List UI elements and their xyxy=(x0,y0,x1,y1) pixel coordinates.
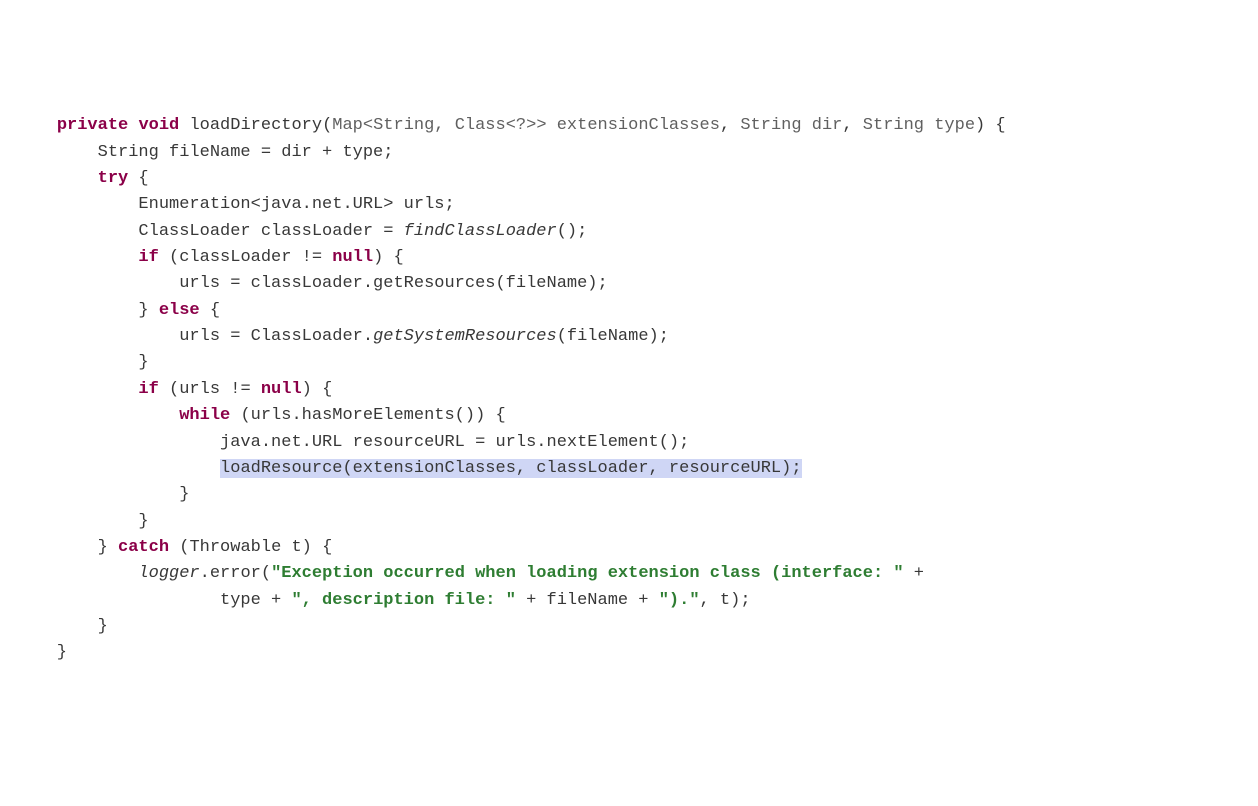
keyword-null-2: null xyxy=(261,380,302,399)
line-6-indent xyxy=(16,248,138,267)
line-12-tail: (urls.hasMoreElements()) { xyxy=(230,406,505,425)
keyword-try: try xyxy=(98,169,129,188)
line-17: } catch (Throwable t) { xyxy=(16,538,332,557)
keyword-null: null xyxy=(332,248,373,267)
code-editor[interactable]: private void loadDirectory(Map<String, C… xyxy=(16,113,1242,666)
line-11: if (urls != null) { xyxy=(16,380,332,399)
line-3-tail: { xyxy=(128,169,148,188)
line-1-tail: ) { xyxy=(975,116,1006,135)
line-18: logger.error("Exception occurred when lo… xyxy=(16,564,924,583)
line-19-indent: type + xyxy=(16,591,291,610)
line-9b: (fileName); xyxy=(557,327,669,346)
keyword-catch: catch xyxy=(118,538,169,557)
line-9: urls = ClassLoader.getSystemResources(fi… xyxy=(16,327,669,346)
line-18-dot: .error( xyxy=(200,564,271,583)
line-8-indent: } xyxy=(16,301,159,320)
line-10: } xyxy=(16,353,149,372)
line-14: loadResource(extensionClasses, classLoad… xyxy=(16,459,802,478)
line-7: urls = classLoader.getResources(fileName… xyxy=(16,274,608,293)
line-13: java.net.URL resourceURL = urls.nextElem… xyxy=(16,433,689,452)
line-15: } xyxy=(16,485,189,504)
param-3: String type xyxy=(863,116,975,135)
line-6-tail: ) { xyxy=(373,248,404,267)
line-6-cond: (classLoader != xyxy=(159,248,332,267)
line-5b: (); xyxy=(557,222,588,241)
line-6: if (classLoader != null) { xyxy=(16,248,404,267)
line-18-indent xyxy=(16,564,138,583)
line-19-tail: , t); xyxy=(700,591,751,610)
string-3: ")." xyxy=(659,591,700,610)
line-12-indent xyxy=(16,406,179,425)
keyword-if: if xyxy=(138,248,158,267)
logger-ref: logger xyxy=(138,564,199,583)
line-19-mid: + fileName + xyxy=(516,591,659,610)
line-12: while (urls.hasMoreElements()) { xyxy=(16,406,506,425)
line-2: String fileName = dir + type; xyxy=(16,143,393,162)
keyword-if-2: if xyxy=(138,380,158,399)
keyword-private: private xyxy=(57,116,128,135)
keyword-else: else xyxy=(159,301,200,320)
call-findClassLoader: findClassLoader xyxy=(404,222,557,241)
param-2: String dir xyxy=(740,116,842,135)
line-3: try { xyxy=(16,169,149,188)
string-1: "Exception occurred when loading extensi… xyxy=(271,564,904,583)
line-17-indent: } xyxy=(16,538,118,557)
line-21: } xyxy=(16,643,67,662)
string-2: ", description file: " xyxy=(291,591,515,610)
line-19: type + ", description file: " + fileName… xyxy=(16,591,751,610)
line-17-tail: (Throwable t) { xyxy=(169,538,332,557)
line-5a: ClassLoader classLoader = xyxy=(16,222,404,241)
line-11-indent xyxy=(16,380,138,399)
line-11-tail: ) { xyxy=(302,380,333,399)
line-8-tail: { xyxy=(200,301,220,320)
line-8: } else { xyxy=(16,301,220,320)
keyword-void: void xyxy=(138,116,179,135)
line-5: ClassLoader classLoader = findClassLoade… xyxy=(16,222,587,241)
call-getSystemResources: getSystemResources xyxy=(373,327,557,346)
keyword-while: while xyxy=(179,406,230,425)
line-16: } xyxy=(16,512,149,531)
method-name: loadDirectory xyxy=(189,116,322,135)
line-9a: urls = ClassLoader. xyxy=(16,327,373,346)
line-11-cond: (urls != xyxy=(159,380,261,399)
line-1: private void loadDirectory(Map<String, C… xyxy=(16,116,1006,135)
line-20: } xyxy=(16,617,108,636)
line-18-plus: + xyxy=(904,564,924,583)
param-1: Map<String, Class<?>> extensionClasses xyxy=(332,116,720,135)
line-14-indent xyxy=(16,459,220,478)
highlighted-call: loadResource(extensionClasses, classLoad… xyxy=(220,459,802,478)
line-4: Enumeration<java.net.URL> urls; xyxy=(16,195,455,214)
